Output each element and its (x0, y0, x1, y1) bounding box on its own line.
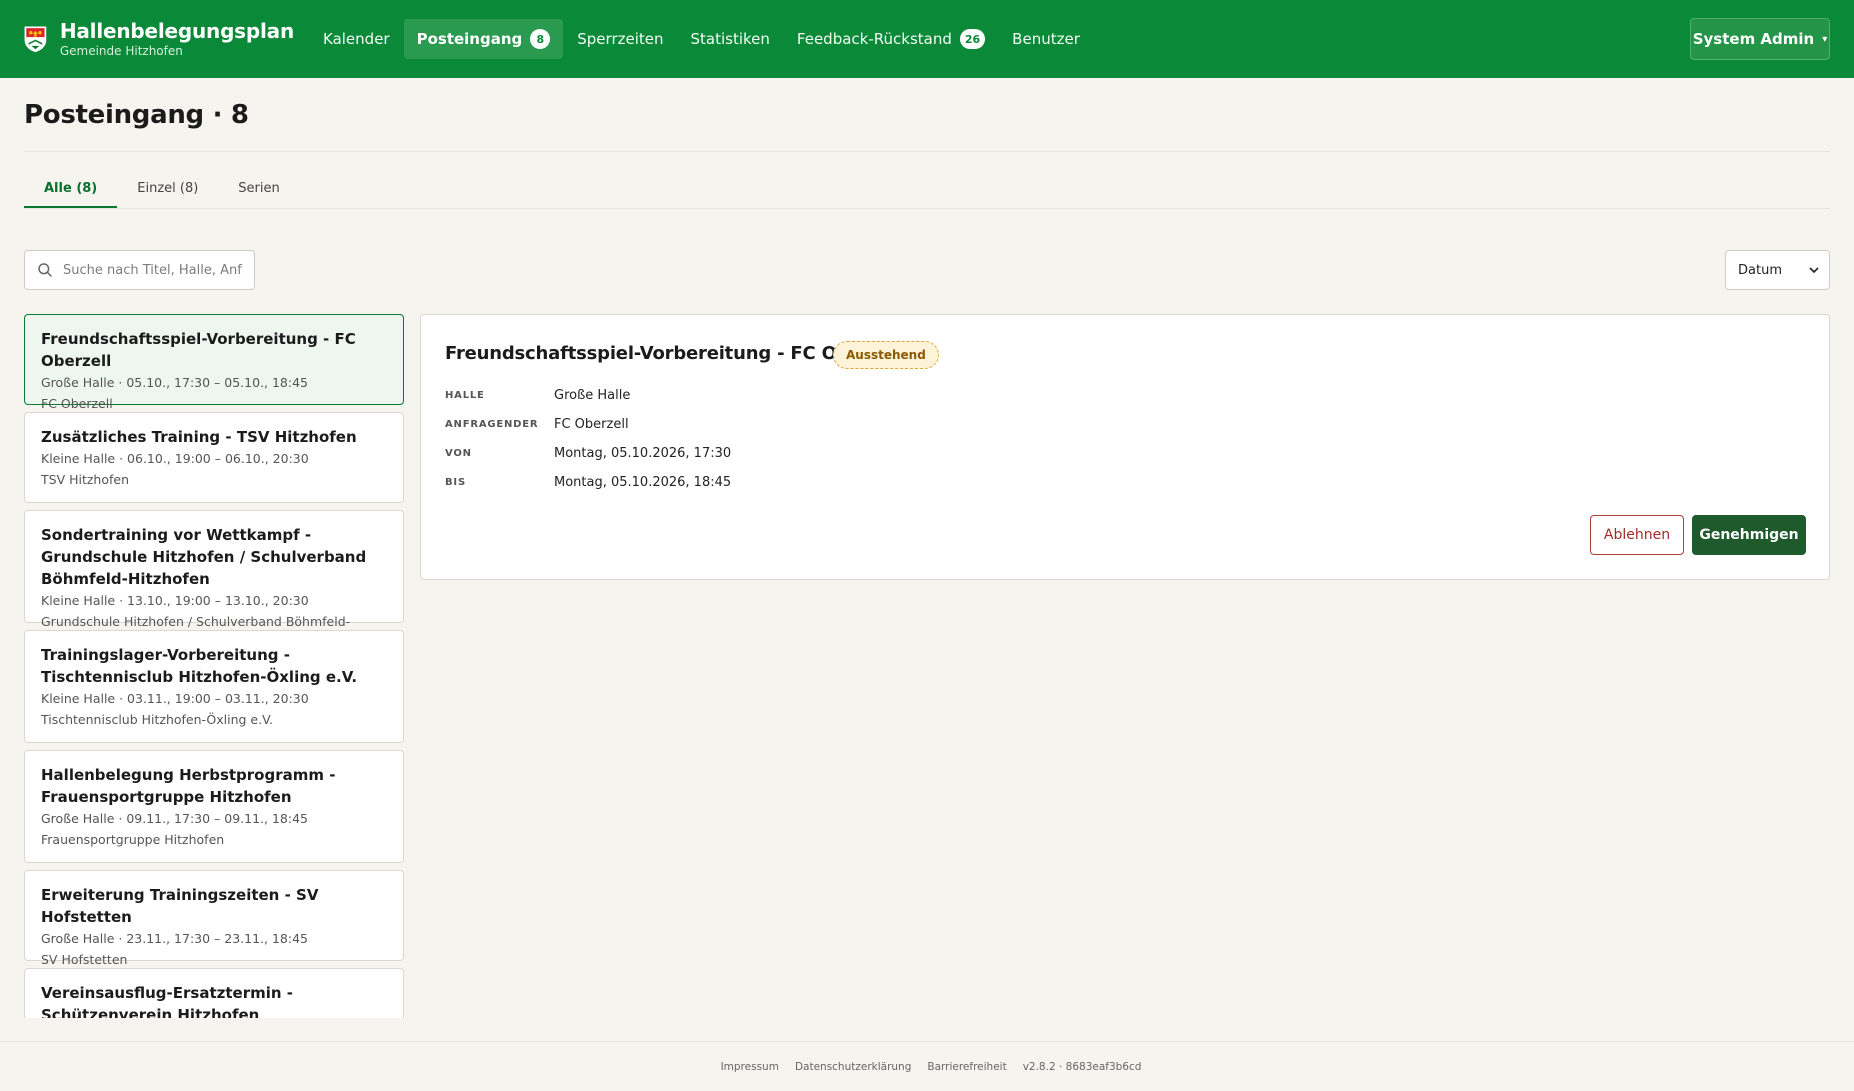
detail-field-anfragender: Anfragender FC Oberzell (445, 417, 629, 432)
nav-item-label: Sperrzeiten (577, 30, 664, 48)
nav-item-sperrzeiten[interactable]: Sperrzeiten (564, 19, 676, 59)
nav-item-kalender[interactable]: Kalender (310, 19, 403, 59)
sort-selected-value: Datum (1738, 262, 1782, 278)
request-organization: TSV Hitzhofen (41, 472, 130, 487)
user-menu-label: System Admin (1692, 30, 1815, 48)
request-organization: Tischtennisclub Hitzhofen-Öxling e.V. (41, 712, 273, 727)
status-badge: Ausstehend (833, 341, 939, 369)
request-title: Sondertraining vor Wettkampf - Grundschu… (41, 526, 367, 588)
request-meta: Große Halle · 09.11., 17:30 – 09.11., 18… (41, 811, 309, 826)
request-title: Zusätzliches Training - TSV Hitzhofen (41, 428, 357, 446)
request-meta: Große Halle · 23.11., 17:30 – 23.11., 18… (41, 931, 309, 946)
list-item[interactable]: Erweiterung Trainingszeiten - SV Hofstet… (24, 870, 404, 967)
list-item[interactable]: Sondertraining vor Wettkampf - Grundschu… (24, 510, 404, 650)
list-item[interactable]: Zusätzliches Training - TSV Hitzhofen Kl… (24, 412, 404, 503)
field-label: Halle (445, 390, 485, 401)
top-navigation-bar: Hallenbelegungsplan Gemeinde Hitzhofen K… (0, 0, 1854, 78)
nav-item-label: Posteingang (416, 30, 523, 48)
tab-einzel[interactable]: Einzel (8) (117, 170, 218, 209)
search-input[interactable] (63, 262, 243, 278)
request-meta: Kleine Halle · 06.10., 19:00 – 06.10., 2… (41, 451, 309, 466)
list-item[interactable]: Freundschaftsspiel-Vorbereitung - FC Obe… (24, 314, 404, 411)
approve-button[interactable]: Genehmigen (1692, 515, 1806, 555)
nav-item-benutzer[interactable]: Benutzer (999, 19, 1093, 59)
request-meta: Kleine Halle · 03.11., 19:00 – 03.11., 2… (41, 691, 309, 706)
detail-field-halle: Halle Große Halle (445, 388, 630, 403)
request-organization: SV Hofstetten (41, 952, 128, 967)
reject-button[interactable]: Ablehnen (1590, 515, 1684, 555)
request-meta: Große Halle · 05.10., 17:30 – 05.10., 18… (41, 375, 309, 390)
field-value: Montag, 05.10.2026, 17:30 (554, 446, 732, 461)
request-title: Trainingslager-Vorbereitung - Tischtenni… (41, 646, 358, 686)
list-item[interactable]: Trainingslager-Vorbereitung - Tischtenni… (24, 630, 404, 743)
footer-link-impressum[interactable]: Impressum (721, 1061, 779, 1073)
main-nav: Kalender Posteingang 8 Sperrzeiten Stati… (310, 19, 1094, 59)
request-list: Freundschaftsspiel-Vorbereitung - FC Obe… (24, 314, 404, 1018)
nav-item-statistiken[interactable]: Statistiken (678, 19, 783, 59)
field-label: Anfragender (445, 419, 539, 430)
footer-link-barrierefreiheit[interactable]: Barrierefreiheit (927, 1061, 1006, 1073)
app-subtitle: Gemeinde Hitzhofen (59, 44, 183, 58)
nav-item-label: Feedback-Rückstand (796, 30, 952, 48)
search-box (24, 250, 255, 290)
field-label: Von (445, 448, 472, 459)
nav-item-label: Kalender (323, 30, 390, 48)
list-item[interactable]: Hallenbelegung Herbstprogramm - Frauensp… (24, 750, 404, 863)
tab-serien[interactable]: Serien (218, 170, 299, 209)
request-organization: FC Oberzell (41, 396, 113, 411)
tab-alle[interactable]: Alle (8) (24, 170, 118, 209)
footer: Impressum Datenschutzerklärung Barrieref… (0, 1041, 1854, 1091)
footer-link-datenschutz[interactable]: Datenschutzerklärung (795, 1061, 911, 1073)
field-label: Bis (445, 477, 466, 488)
request-title: Hallenbelegung Herbstprogramm - Frauensp… (41, 766, 336, 806)
brand[interactable]: Hallenbelegungsplan Gemeinde Hitzhofen (24, 16, 294, 62)
filter-tabs: Alle (8) Einzel (8) Serien (24, 170, 300, 209)
divider (24, 151, 1830, 152)
nav-item-posteingang[interactable]: Posteingang 8 (403, 19, 564, 59)
chevron-down-icon (1809, 266, 1819, 273)
sort-select[interactable]: Datum (1725, 250, 1830, 290)
page-title: Posteingang · 8 (24, 100, 249, 130)
request-organization: Frauensportgruppe Hitzhofen (41, 832, 225, 847)
request-title: Vereinsausflug-Ersatztermin - Schützenve… (41, 984, 294, 1018)
request-meta: Kleine Halle · 13.10., 19:00 – 13.10., 2… (41, 593, 309, 608)
inbox-count-badge: 8 (530, 29, 551, 49)
nav-item-label: Statistiken (690, 30, 770, 48)
divider (24, 208, 1830, 209)
field-value: Montag, 05.10.2026, 18:45 (554, 475, 732, 490)
search-icon (38, 263, 52, 277)
field-value: Große Halle (554, 388, 631, 403)
field-value: FC Oberzell (554, 417, 629, 432)
detail-field-bis: Bis Montag, 05.10.2026, 18:45 (445, 475, 731, 490)
request-title: Erweiterung Trainingszeiten - SV Hofstet… (41, 886, 319, 926)
feedback-count-badge: 26 (959, 29, 986, 49)
coat-of-arms-logo (24, 26, 47, 53)
user-menu-button[interactable]: System Admin ▾ (1690, 18, 1830, 60)
request-detail-panel: Freundschaftsspiel-Vorbereitung - FC Obe… (420, 314, 1830, 580)
app-version: v2.8.2 · 8683eaf3b6cd (1022, 1060, 1142, 1073)
nav-item-feedback[interactable]: Feedback-Rückstand 26 (784, 19, 998, 59)
app-title: Hallenbelegungsplan (59, 19, 294, 43)
nav-item-label: Benutzer (1012, 30, 1080, 48)
request-title: Freundschaftsspiel-Vorbereitung - FC Obe… (41, 330, 356, 370)
detail-field-von: Von Montag, 05.10.2026, 17:30 (445, 446, 731, 461)
caret-down-icon: ▾ (1822, 33, 1828, 45)
list-item[interactable]: Vereinsausflug-Ersatztermin - Schützenve… (24, 968, 404, 1018)
